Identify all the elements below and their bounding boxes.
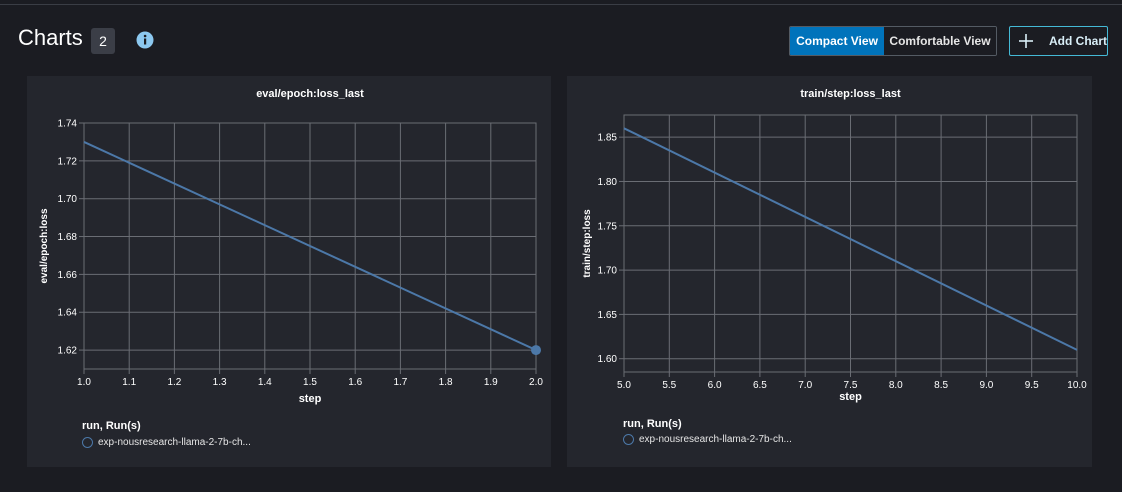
view-mode-toggle: Compact View Comfortable View [789, 26, 997, 56]
train-loss-chart: train/step:loss_last 5.0 5.5 6.0 6.5 7.0 7.5 8.… [582, 88, 1087, 403]
x-axis-label: step [299, 393, 322, 405]
charts-header: Charts 2 Compact View Comfortable View A… [0, 24, 1122, 58]
x-tick-label: 7.5 [844, 380, 858, 391]
legend-item-label: exp-nousresearch-llama-2-7b-ch... [98, 437, 251, 448]
y-tick-label: 1.70 [58, 194, 78, 205]
info-icon[interactable] [136, 31, 154, 49]
x-tick-label: 1.6 [348, 377, 362, 388]
x-tick-label: 1.9 [484, 377, 498, 388]
plus-icon [1019, 34, 1033, 48]
y-tick-label: 1.62 [58, 346, 78, 357]
chart-panel-train-loss: train/step:loss_last 5.0 5.5 6.0 6.5 7.0 7.5 8.… [567, 76, 1092, 467]
legend-item[interactable]: exp-nousresearch-llama-2-7b-ch... [623, 434, 792, 445]
x-tick-label: 6.5 [753, 380, 767, 391]
eval-loss-chart: eval/epoch:loss_last 1.0 1.1 1.2 1.3 1.4 1.5 1.… [39, 88, 543, 405]
add-chart-label: Add Chart [1049, 34, 1107, 48]
x-tick-label: 9.5 [1025, 380, 1039, 391]
legend-item[interactable]: exp-nousresearch-llama-2-7b-ch... [82, 437, 251, 448]
chart-title: eval/epoch:loss_last [256, 88, 364, 100]
x-tick-label: 10.0 [1067, 380, 1087, 391]
x-tick-label: 1.3 [213, 377, 227, 388]
page-title: Charts [18, 25, 83, 50]
x-tick-label: 1.1 [122, 377, 136, 388]
x-tick-label: 1.4 [258, 377, 272, 388]
legend-title: run, Run(s) [82, 420, 141, 432]
chart-title: train/step:loss_last [800, 88, 901, 100]
x-tick-label: 1.8 [439, 377, 453, 388]
x-tick-label: 2.0 [529, 377, 543, 388]
x-tick-label: 8.0 [889, 380, 903, 391]
x-tick-label: 9.0 [979, 380, 993, 391]
legend-circle-icon [82, 437, 93, 448]
legend-title: run, Run(s) [623, 418, 682, 430]
x-tick-label: 8.5 [934, 380, 948, 391]
compact-view-button[interactable]: Compact View [790, 27, 884, 55]
comfortable-view-button[interactable]: Comfortable View [884, 27, 996, 55]
x-tick-label: 5.5 [662, 380, 676, 391]
y-tick-label: 1.74 [58, 119, 78, 130]
x-axis-label: step [839, 391, 862, 403]
x-tick-label: 1.0 [77, 377, 91, 388]
y-tick-label: 1.70 [598, 266, 618, 277]
y-tick-label: 1.68 [58, 232, 78, 243]
add-chart-button[interactable]: Add Chart [1009, 26, 1108, 56]
top-divider [0, 4, 1122, 5]
x-tick-label: 5.0 [617, 380, 631, 391]
legend-item-label: exp-nousresearch-llama-2-7b-ch... [639, 434, 792, 445]
y-tick-label: 1.66 [58, 270, 78, 281]
legend-circle-icon [623, 434, 634, 445]
y-axis-label: train/step:loss [582, 209, 593, 278]
series-end-point [531, 345, 541, 356]
y-tick-label: 1.65 [598, 310, 618, 321]
y-tick-label: 1.72 [58, 156, 78, 167]
y-tick-label: 1.64 [58, 308, 78, 319]
y-axis-label: eval/epoch:loss [39, 208, 50, 283]
y-tick-label: 1.80 [598, 177, 618, 188]
x-tick-label: 6.0 [708, 380, 722, 391]
x-tick-label: 1.2 [167, 377, 181, 388]
y-tick-label: 1.60 [598, 354, 618, 365]
chart-count-badge: 2 [91, 28, 115, 54]
y-tick-label: 1.75 [598, 221, 618, 232]
x-tick-label: 1.7 [393, 377, 407, 388]
x-tick-label: 1.5 [303, 377, 317, 388]
chart-panel-eval-loss: eval/epoch:loss_last 1.0 1.1 1.2 1.3 1.4 1.5 1.… [27, 76, 551, 467]
x-tick-label: 7.0 [798, 380, 812, 391]
y-tick-label: 1.85 [598, 133, 618, 144]
